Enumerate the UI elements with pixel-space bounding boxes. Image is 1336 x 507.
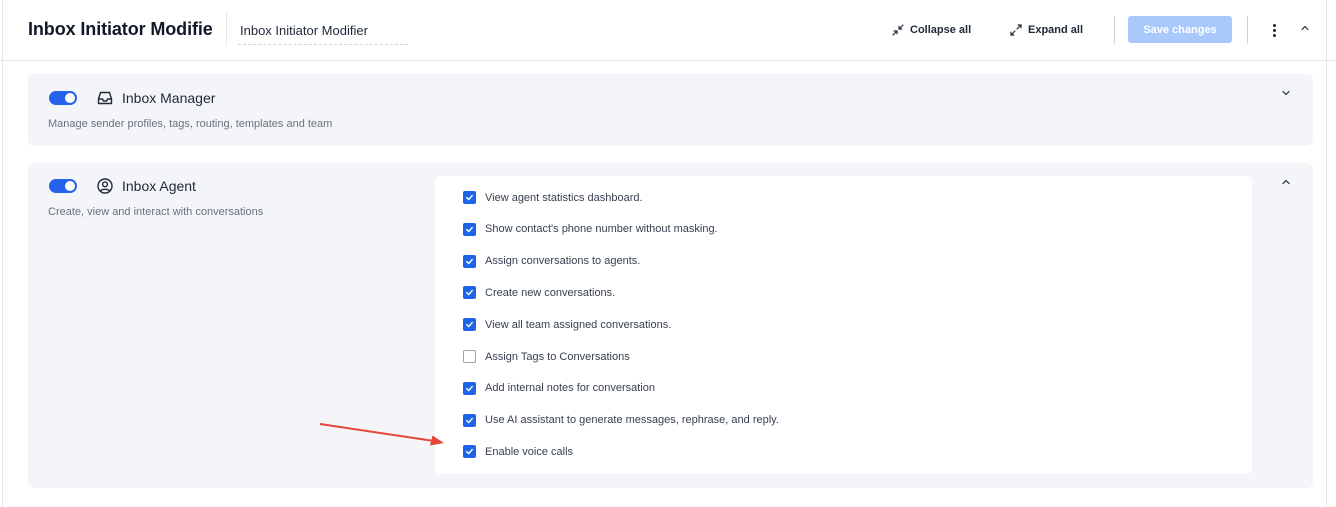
checkbox-unchecked[interactable]: [463, 350, 476, 363]
checkbox-checked[interactable]: [463, 445, 476, 459]
chevron-down-icon[interactable]: [1280, 87, 1292, 99]
permission-item[interactable]: View all team assigned conversations.: [463, 318, 672, 332]
collapse-arrows-icon: [892, 24, 904, 36]
permission-item[interactable]: Use AI assistant to generate messages, r…: [463, 413, 779, 427]
inbox-tray-icon: [97, 91, 113, 105]
collapse-all-label: Collapse all: [910, 24, 972, 36]
permission-item[interactable]: Assign Tags to Conversations: [463, 350, 630, 363]
inbox-manager-toggle[interactable]: [49, 91, 77, 105]
permission-label: Assign Tags to Conversations: [485, 350, 630, 363]
kebab-menu-icon[interactable]: [1266, 21, 1282, 39]
permission-item[interactable]: Create new conversations.: [463, 286, 616, 300]
check-icon: [466, 417, 473, 423]
user-circle-icon: [97, 178, 113, 194]
permission-label: Show contact's phone number without mask…: [485, 223, 718, 236]
permission-label: Enable voice calls: [485, 445, 574, 458]
role-name-input[interactable]: [238, 16, 408, 45]
permission-label: Create new conversations.: [485, 286, 616, 299]
checkbox-checked[interactable]: [463, 254, 476, 268]
check-icon: [466, 449, 473, 455]
checkbox-checked[interactable]: [463, 381, 476, 395]
checkbox-checked[interactable]: [463, 191, 476, 204]
header-divider: [1114, 16, 1115, 44]
permission-label: View agent statistics dashboard.: [485, 191, 643, 204]
title-divider: [226, 12, 227, 46]
section-description: Manage sender profiles, tags, routing, t…: [48, 118, 333, 130]
permission-label: View all team assigned conversations.: [485, 318, 672, 331]
save-changes-button[interactable]: Save changes: [1128, 16, 1232, 43]
section-description: Create, view and interact with conversat…: [48, 206, 264, 218]
permission-item[interactable]: Enable voice calls: [463, 445, 574, 459]
permission-item[interactable]: View agent statistics dashboard.: [463, 191, 643, 204]
permission-item[interactable]: Show contact's phone number without mask…: [463, 222, 718, 236]
checkbox-checked[interactable]: [463, 413, 476, 427]
check-icon: [466, 194, 473, 201]
permission-item[interactable]: Add internal notes for conversation: [463, 381, 655, 395]
chevron-up-icon[interactable]: [1280, 176, 1292, 188]
permissions-panel: View agent statistics dashboard. Show con…: [435, 176, 1252, 474]
check-icon: [466, 258, 473, 264]
checkbox-checked[interactable]: [463, 318, 476, 332]
check-icon: [466, 290, 473, 296]
checkbox-checked[interactable]: [463, 286, 476, 300]
permission-label: Assign conversations to agents.: [485, 255, 641, 268]
section-inbox-manager[interactable]: Inbox Manager Manage sender profiles, ta…: [28, 74, 1313, 146]
check-icon: [466, 385, 473, 392]
chevron-up-icon[interactable]: [1299, 22, 1311, 34]
permission-label: Add internal notes for conversation: [485, 382, 655, 395]
annotation-arrow: [319, 423, 444, 446]
collapse-all-button[interactable]: Collapse all: [892, 19, 971, 41]
check-icon: [466, 321, 473, 328]
inbox-agent-toggle[interactable]: [49, 179, 77, 193]
permission-item[interactable]: Assign conversations to agents.: [463, 254, 641, 268]
permission-label: Use AI assistant to generate messages, r…: [485, 414, 779, 427]
section-inbox-agent[interactable]: Inbox Agent Create, view and interact wi…: [28, 163, 1313, 488]
page-title: Inbox Initiator Modifie: [28, 19, 213, 39]
checkbox-checked[interactable]: [463, 222, 476, 236]
check-icon: [466, 226, 473, 233]
expand-arrows-icon: [1010, 24, 1022, 36]
header-divider: [1247, 16, 1248, 44]
page-header: Inbox Initiator Modifie Collapse all Exp…: [0, 0, 1336, 61]
section-title: Inbox Manager: [122, 90, 216, 106]
section-title: Inbox Agent: [122, 178, 196, 194]
expand-all-button[interactable]: Expand all: [1010, 19, 1083, 41]
expand-all-label: Expand all: [1028, 24, 1084, 36]
